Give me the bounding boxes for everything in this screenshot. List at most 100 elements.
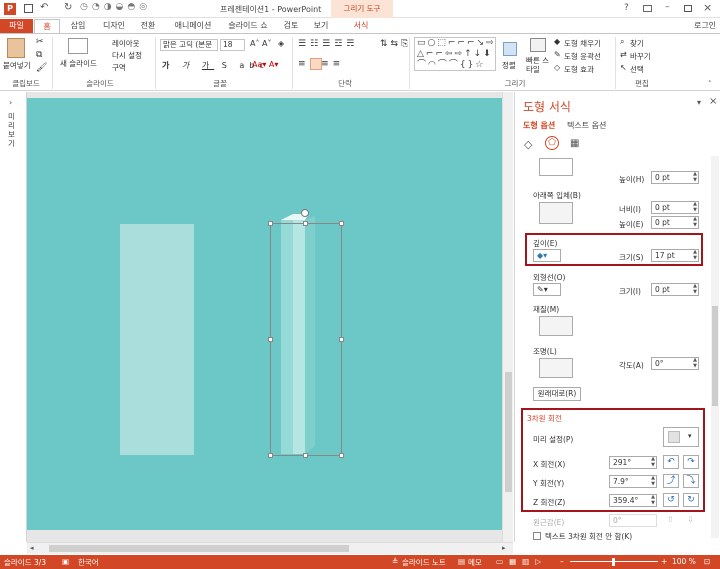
spell-check-icon[interactable]: ▣: [62, 557, 69, 566]
align-center-selected[interactable]: [310, 58, 322, 70]
arrange-icon[interactable]: [503, 42, 517, 56]
view-buttons[interactable]: ▭▦▥▷: [496, 557, 547, 566]
tab-text-options[interactable]: 텍스트 옵션: [567, 120, 606, 131]
bottom-height-input[interactable]: 0 pt ▲ ▼: [651, 216, 699, 229]
language-indicator[interactable]: 한국어: [78, 557, 99, 568]
fit-slide-icon[interactable]: ⊡: [704, 557, 710, 566]
spinner-arrows-icon[interactable]: ▲ ▼: [693, 249, 697, 261]
x-rotation-input[interactable]: 291° ▲ ▼: [609, 456, 657, 469]
sign-in-link[interactable]: 로그인: [690, 19, 720, 33]
pane-options-icon[interactable]: ▾: [697, 98, 701, 107]
save-icon[interactable]: [24, 4, 33, 13]
spinner-arrows-icon[interactable]: ▲ ▼: [693, 201, 697, 213]
rotate-right-icon[interactable]: ↷: [683, 455, 699, 469]
top-bevel-preset[interactable]: [539, 158, 573, 176]
scroll-thumb[interactable]: [49, 545, 349, 552]
new-slide-icon[interactable]: [68, 38, 88, 54]
scroll-thumb[interactable]: [505, 372, 512, 492]
top-height-input[interactable]: 0 pt ▲ ▼: [651, 171, 699, 184]
size-properties-icon[interactable]: ▦: [570, 138, 579, 149]
close-icon[interactable]: ×: [703, 1, 712, 14]
text-direction-icons[interactable]: ⇅⇆⎘: [380, 39, 411, 49]
layout-button[interactable]: 레이아웃: [112, 38, 140, 49]
rotation-handle-icon[interactable]: [301, 209, 309, 217]
spinner-arrows-icon[interactable]: ▲ ▼: [651, 494, 655, 506]
expand-pane-icon[interactable]: ›: [9, 98, 12, 107]
shapes-gallery[interactable]: ▭○⬚⌐⌐⌐↘⇨ △⌐⌐⇦⇨↑↓⬇ ⌒◠⌒⌒{}☆: [414, 37, 496, 71]
font-color-icon[interactable]: Aa▾ A▾: [252, 60, 278, 69]
y-rotation-input[interactable]: 7.9° ▲ ▼: [609, 475, 657, 488]
rotation-section-title[interactable]: 3차원 회전: [527, 413, 562, 424]
resize-handle[interactable]: [268, 453, 273, 458]
fill-line-icon[interactable]: ◇: [524, 138, 532, 151]
shape-effects-button[interactable]: 도형 효과: [564, 64, 594, 75]
find-button[interactable]: 찾기: [630, 38, 644, 49]
depth-size-input[interactable]: 17 pt ▲ ▼: [651, 249, 699, 262]
angle-input[interactable]: 0° ▲ ▼: [651, 357, 699, 370]
maximize-icon[interactable]: [684, 5, 692, 12]
spinner-arrows-icon[interactable]: ▲ ▼: [651, 456, 655, 468]
rotate-up-icon[interactable]: ⤴: [663, 474, 679, 488]
resize-handle[interactable]: [339, 453, 344, 458]
tab-view[interactable]: 보기: [308, 19, 334, 33]
tab-design[interactable]: 디자인: [98, 19, 130, 33]
zoom-out-icon[interactable]: –: [560, 557, 564, 566]
spinner-arrows-icon[interactable]: ▲ ▼: [651, 475, 655, 487]
quick-access-icons[interactable]: ◷◔◑◒◓◎: [80, 2, 151, 12]
rotate-cw-icon[interactable]: ↻: [683, 493, 699, 507]
z-rotation-input[interactable]: 359.4° ▲ ▼: [609, 494, 657, 507]
font-size-combo[interactable]: 18: [220, 39, 245, 51]
tab-file[interactable]: 파일: [0, 19, 33, 33]
select-button[interactable]: 선택: [630, 64, 644, 75]
quick-styles-icon[interactable]: [530, 38, 546, 52]
resize-handle[interactable]: [303, 453, 308, 458]
rotate-ccw-icon[interactable]: ↺: [663, 493, 679, 507]
shape-outline-button[interactable]: 도형 윤곽선: [564, 51, 601, 62]
tab-insert[interactable]: 삽입: [64, 19, 92, 33]
font-name-combo[interactable]: 맑은 고딕 (본문: [160, 39, 218, 51]
collapse-ribbon-icon[interactable]: ˄: [708, 80, 712, 88]
arrange-button[interactable]: 정렬: [502, 60, 516, 71]
scroll-right-icon[interactable]: ▸: [502, 544, 506, 552]
bottom-bevel-preset[interactable]: [539, 202, 573, 224]
rotate-down-icon[interactable]: ⤵: [683, 474, 699, 488]
paste-icon[interactable]: [7, 38, 25, 58]
tab-slideshow[interactable]: 슬라이드 쇼: [224, 19, 272, 33]
tab-shape-options[interactable]: 도형 옵션: [523, 120, 555, 131]
rotate-left-icon[interactable]: ↶: [663, 455, 679, 469]
ribbon-display-icon[interactable]: [643, 5, 652, 12]
tab-review[interactable]: 검토: [278, 19, 304, 33]
cut-icon[interactable]: ✂: [36, 37, 44, 47]
copy-icon[interactable]: ⧉: [36, 50, 42, 60]
comments-button[interactable]: 메모: [468, 557, 482, 568]
zoom-in-icon[interactable]: +: [661, 557, 667, 566]
section-button[interactable]: 구역: [112, 62, 126, 73]
font-size-buttons[interactable]: A˄ A˅: [250, 39, 272, 48]
keep-text-flat-checkbox[interactable]: [533, 532, 541, 540]
material-preset[interactable]: [539, 316, 573, 336]
clear-format-icon[interactable]: ◈: [278, 39, 284, 48]
spinner-arrows-icon[interactable]: ▲ ▼: [693, 216, 697, 228]
tab-animations[interactable]: 애니메이션: [168, 19, 218, 33]
scroll-left-icon[interactable]: ◂: [30, 544, 34, 552]
help-icon[interactable]: ?: [624, 3, 629, 13]
paste-button[interactable]: 붙여넣기: [3, 60, 31, 71]
effects-tab-icon[interactable]: ⬠: [545, 136, 559, 150]
minimize-icon[interactable]: –: [665, 2, 670, 12]
tab-home[interactable]: 홈: [34, 19, 60, 33]
horizontal-scrollbar[interactable]: ◂ ▸: [27, 542, 513, 554]
slide-canvas[interactable]: [27, 98, 510, 530]
resize-handle[interactable]: [268, 221, 273, 226]
list-buttons[interactable]: ☰☷☰☲☴: [298, 39, 358, 49]
resize-handle[interactable]: [268, 337, 273, 342]
tab-transitions[interactable]: 전환: [134, 19, 162, 33]
resize-handle[interactable]: [303, 221, 308, 226]
scroll-thumb[interactable]: [712, 306, 718, 406]
contour-color-picker[interactable]: ✎▾: [533, 283, 561, 296]
replace-button[interactable]: 바꾸기: [630, 51, 651, 62]
undo-icon[interactable]: ↶: [40, 2, 48, 13]
resize-handle[interactable]: [339, 337, 344, 342]
zoom-level[interactable]: 100 %: [672, 557, 696, 566]
reset-3d-button[interactable]: 원래대로(R): [533, 387, 581, 401]
spinner-arrows-icon[interactable]: ▲ ▼: [693, 357, 697, 369]
